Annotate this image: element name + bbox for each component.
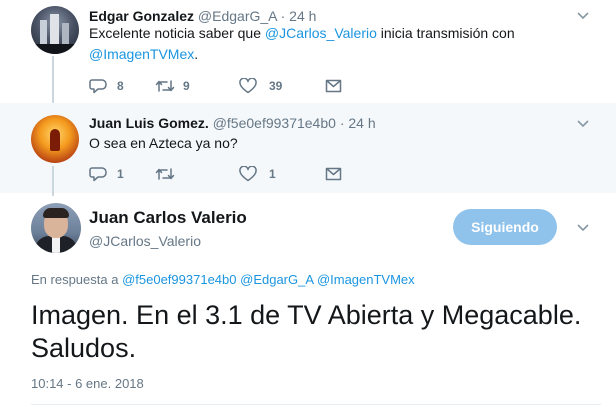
like-count: 1 (269, 167, 276, 181)
speech-bubble-icon (89, 79, 107, 94)
tweet-header: Edgar Gonzalez @EdgarG_A · 24 h (89, 8, 316, 24)
reply-context: En respuesta a @f5e0ef99371e4b0 @EdgarG_… (31, 272, 415, 287)
tweet-timestamp[interactable]: 10:14 - 6 ene. 2018 (31, 376, 144, 391)
like-button[interactable]: 1 (239, 166, 325, 182)
tweet-time[interactable]: · 24 h (281, 8, 317, 24)
retweet-button[interactable] (155, 167, 239, 181)
tweet-time[interactable]: · 24 h (340, 115, 376, 131)
tweet-actions: 1 1 (89, 166, 383, 182)
heart-icon (239, 78, 257, 94)
like-button[interactable]: 39 (239, 78, 325, 94)
mention-link[interactable]: @EdgarG_A (240, 272, 313, 287)
retweet-icon (155, 80, 175, 92)
envelope-icon (325, 167, 342, 181)
like-count: 39 (269, 79, 283, 93)
user-handle[interactable]: @JCarlos_Valerio (89, 233, 201, 249)
mention-link[interactable]: @JCarlos_Valerio (265, 25, 377, 41)
thread-line (52, 166, 54, 196)
chevron-down-icon[interactable] (577, 224, 589, 234)
retweet-button[interactable]: 9 (155, 79, 239, 93)
avatar[interactable] (31, 203, 81, 253)
user-name[interactable]: Juan Carlos Valerio (89, 208, 247, 228)
chevron-down-icon[interactable] (577, 12, 589, 22)
avatar[interactable] (31, 6, 79, 54)
user-handle[interactable]: @EdgarG_A (198, 8, 277, 24)
mention-link[interactable]: @f5e0ef99371e4b0 (122, 272, 236, 287)
dm-button[interactable] (325, 167, 383, 181)
chevron-down-icon[interactable] (577, 120, 589, 130)
user-name[interactable]: Edgar Gonzalez (89, 8, 194, 24)
divider (31, 404, 601, 405)
reply-button[interactable]: 8 (89, 78, 155, 94)
mention-link[interactable]: @ImagenTVMex (317, 272, 415, 287)
tweet-text: O sea en Azteca ya no? (89, 135, 238, 151)
reply-count: 1 (117, 167, 124, 181)
mention-link[interactable]: @ImagenTVMex (89, 46, 194, 62)
tweet-actions: 8 9 39 (89, 78, 383, 94)
tweet-edgar[interactable]: Edgar Gonzalez @EdgarG_A · 24 h Excelent… (0, 0, 616, 103)
retweet-icon (155, 168, 175, 180)
retweet-count: 9 (183, 79, 190, 93)
tweet-text: Excelente noticia saber que @JCarlos_Val… (89, 25, 515, 62)
thread-line (52, 56, 54, 103)
user-handle[interactable]: @f5e0ef99371e4b0 (213, 115, 336, 131)
speech-bubble-icon (89, 167, 107, 182)
user-name[interactable]: Juan Luis Gomez. (89, 115, 209, 131)
dm-button[interactable] (325, 79, 383, 93)
reply-count: 8 (117, 79, 124, 93)
following-button[interactable]: Siguiendo (453, 209, 557, 245)
tweet-juan-luis[interactable]: Juan Luis Gomez. @f5e0ef99371e4b0 · 24 h… (0, 103, 616, 196)
envelope-icon (325, 79, 342, 93)
tweet-text: Imagen. En el 3.1 de TV Abierta y Megaca… (31, 300, 582, 363)
tweet-header: Juan Luis Gomez. @f5e0ef99371e4b0 · 24 h (89, 115, 376, 131)
avatar[interactable] (31, 115, 79, 163)
reply-button[interactable]: 1 (89, 166, 155, 182)
heart-icon (239, 166, 257, 182)
